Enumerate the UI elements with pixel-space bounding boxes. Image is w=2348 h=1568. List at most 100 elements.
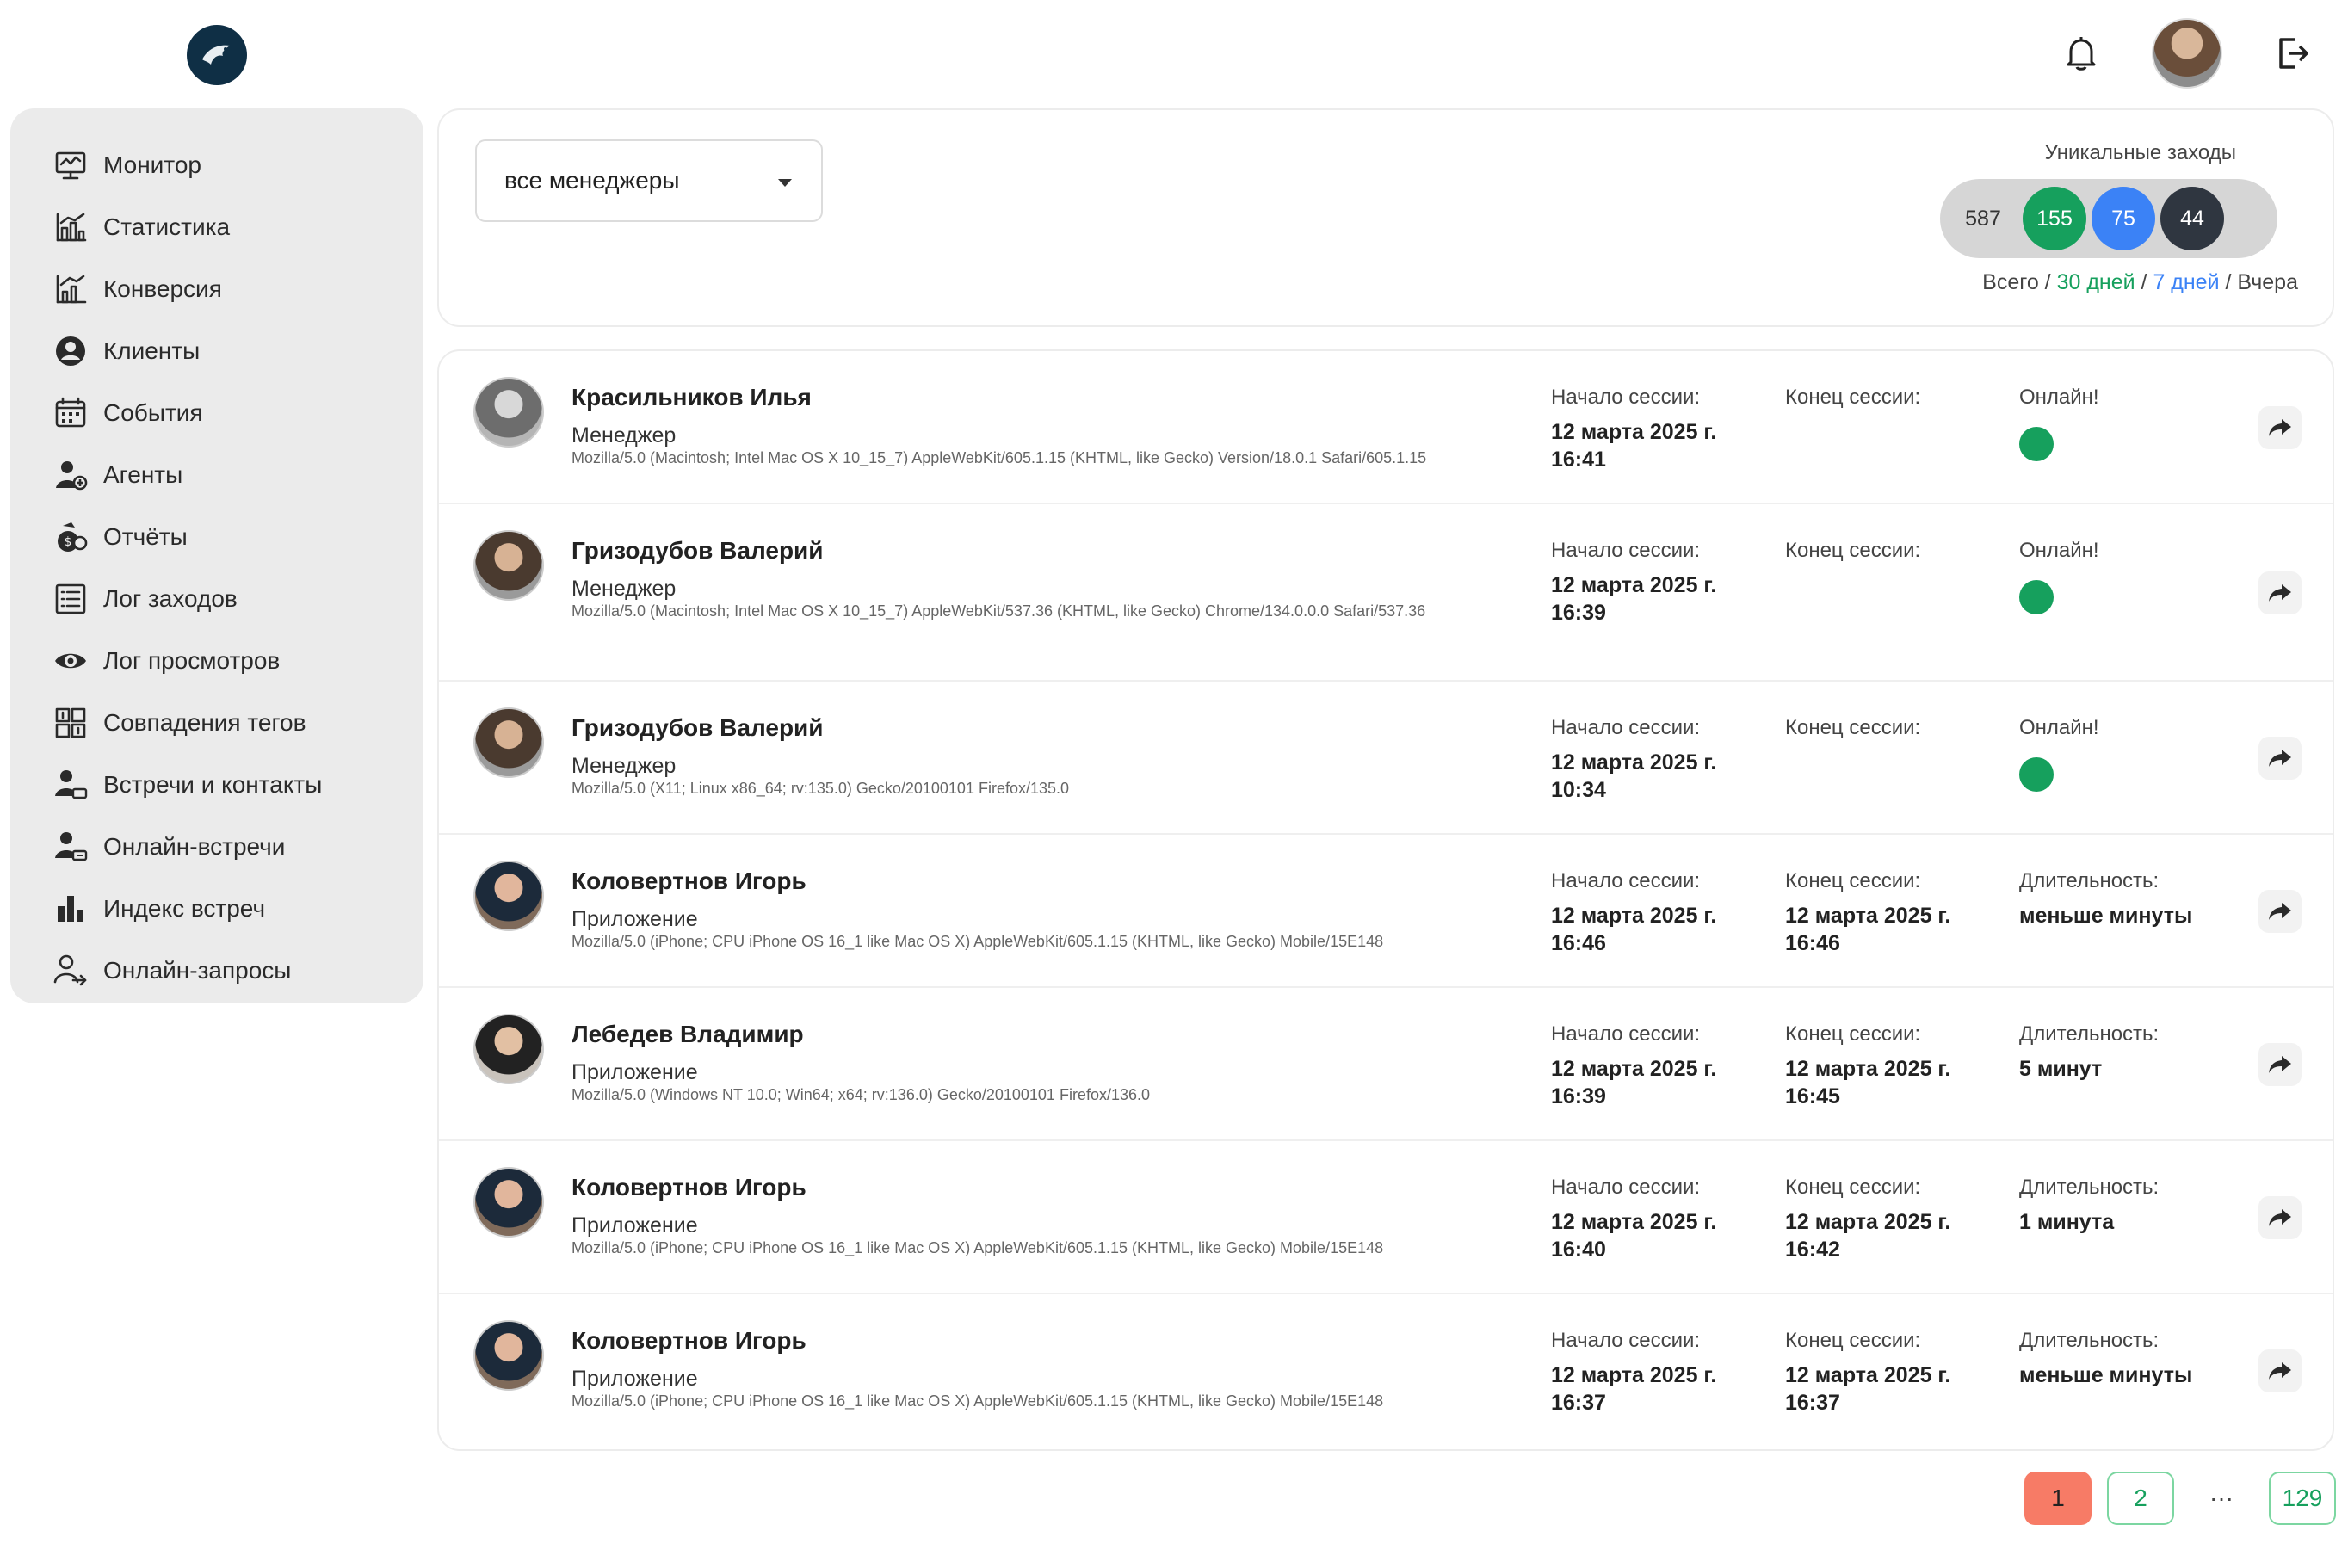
session-duration-value: меньше минуты — [2019, 1363, 2193, 1387]
sidebar-item-report[interactable]: $ Отчёты — [10, 506, 423, 568]
monitor-icon — [52, 146, 90, 184]
session-user-agent: Mozilla/5.0 (iPhone; CPU iPhone OS 16_1 … — [572, 1239, 1384, 1256]
session-end-time: 16:37 — [1785, 1391, 1840, 1415]
share-button[interactable] — [2258, 1196, 2302, 1239]
session-user-name[interactable]: Гризодубов Валерий — [572, 537, 823, 565]
session-online-label: Онлайн! — [2019, 386, 2099, 409]
session-start-time: 16:46 — [1551, 931, 1606, 955]
user-avatar[interactable] — [2152, 18, 2222, 89]
table-row: Лебедев Владимир Приложение Mozilla/5.0 (W… — [439, 988, 2333, 1141]
sidebar-item-user-circle[interactable]: Клиенты — [10, 320, 423, 382]
sidebar-item-list[interactable]: Лог заходов — [10, 568, 423, 630]
session-user-agent: Mozilla/5.0 (iPhone; CPU iPhone OS 16_1 … — [572, 933, 1384, 950]
session-start-date: 12 марта 2025 г. — [1551, 420, 1717, 444]
sidebar-item-agent[interactable]: Агенты — [10, 444, 423, 506]
session-start-time: 10:34 — [1551, 778, 1606, 802]
share-icon — [2269, 750, 2291, 767]
visits-yesterday: 44 — [2160, 187, 2224, 250]
sidebar-item-conversion[interactable]: Конверсия — [10, 258, 423, 320]
table-row: Красильников Илья Менеджер Mozilla/5.0 (Ma… — [439, 351, 2333, 504]
share-button[interactable] — [2258, 737, 2302, 780]
table-row: Коловертнов Игорь Приложение Mozilla/5.0 (… — [439, 1294, 2333, 1449]
session-start-value: 12 марта 2025 г. 16:39 — [1551, 571, 1716, 627]
legend-separator: / — [2219, 270, 2238, 294]
session-start-label: Начало сессии: — [1551, 1329, 1701, 1352]
session-start-label: Начало сессии: — [1551, 539, 1701, 562]
session-start-time: 16:41 — [1551, 448, 1606, 472]
pagination: 1 2 ··· 129 — [2024, 1472, 2336, 1525]
session-end-value: 12 марта 2025 г. 16:45 — [1785, 1055, 1950, 1110]
visits-30-days: 155 — [2023, 187, 2086, 250]
legend-separator: / — [2135, 270, 2153, 294]
session-start-date: 12 марта 2025 г. — [1551, 750, 1717, 775]
session-end-value: 12 марта 2025 г. 16:37 — [1785, 1361, 1950, 1417]
visits-total: 587 — [1965, 206, 2001, 231]
share-button[interactable] — [2258, 571, 2302, 614]
share-icon — [2269, 419, 2291, 436]
legend-30-days: 30 дней — [2056, 270, 2135, 294]
page-button-last[interactable]: 129 — [2269, 1472, 2336, 1525]
share-button[interactable] — [2258, 890, 2302, 933]
online-status-dot — [2019, 757, 2054, 792]
session-end-value: 12 марта 2025 г. 16:42 — [1785, 1208, 1950, 1263]
session-end-date: 12 марта 2025 г. — [1785, 1057, 1951, 1081]
share-button[interactable] — [2258, 406, 2302, 449]
share-button[interactable] — [2258, 1043, 2302, 1086]
session-end-time: 16:45 — [1785, 1084, 1840, 1108]
avatar — [473, 377, 544, 448]
session-start-value: 12 марта 2025 г. 16:40 — [1551, 1208, 1716, 1263]
sidebar-item-monitor[interactable]: Монитор — [10, 134, 423, 196]
session-user-name[interactable]: Коловертнов Игорь — [572, 867, 806, 895]
eye-icon — [52, 642, 90, 680]
session-end-label: Конец сессии: — [1785, 869, 1921, 892]
session-user-name[interactable]: Коловертнов Игорь — [572, 1174, 806, 1201]
session-duration-label: Длительность: — [2019, 869, 2160, 892]
avatar — [473, 707, 544, 778]
app-logo[interactable] — [187, 25, 247, 85]
session-start-label: Начало сессии: — [1551, 869, 1701, 892]
sidebar: Монитор Статистика Конверсия Клиенты События… — [10, 108, 423, 1003]
sidebar-item-label: Монитор — [103, 151, 201, 178]
session-online-label: Онлайн! — [2019, 716, 2099, 739]
sidebar-item-meeting[interactable]: Встречи и контакты — [10, 754, 423, 816]
sidebar-item-label: Онлайн-запросы — [103, 957, 292, 984]
session-user-name[interactable]: Лебедев Владимир — [572, 1021, 804, 1048]
manager-select[interactable]: все менеджеры — [475, 139, 823, 222]
session-start-label: Начало сессии: — [1551, 716, 1701, 739]
bell-icon — [2067, 37, 2096, 71]
sidebar-item-online-request[interactable]: Онлайн-запросы — [10, 940, 423, 1002]
notifications-button[interactable] — [2061, 33, 2102, 74]
visits-7-days: 75 — [2092, 187, 2155, 250]
session-start-time: 16:39 — [1551, 601, 1606, 625]
sidebar-item-label: Конверсия — [103, 275, 222, 302]
sidebar-item-bar-chart[interactable]: Индекс встреч — [10, 878, 423, 940]
sidebar-item-label: Отчёты — [103, 523, 188, 550]
session-user-name[interactable]: Красильников Илья — [572, 384, 812, 411]
session-start-value: 12 марта 2025 г. 10:34 — [1551, 749, 1716, 804]
sidebar-item-label: Лог просмотров — [103, 647, 281, 674]
session-start-value: 12 марта 2025 г. 16:37 — [1551, 1361, 1716, 1417]
page-button-current[interactable]: 1 — [2024, 1472, 2092, 1525]
sidebar-item-eye[interactable]: Лог просмотров — [10, 630, 423, 692]
sidebar-item-calendar[interactable]: События — [10, 382, 423, 444]
logout-button[interactable] — [2272, 33, 2314, 74]
sidebar-item-chart[interactable]: Статистика — [10, 196, 423, 258]
sidebar-item-label: Клиенты — [103, 337, 201, 364]
avatar — [473, 1320, 544, 1391]
page-button-2[interactable]: 2 — [2107, 1472, 2174, 1525]
session-user-name[interactable]: Коловертнов Игорь — [572, 1327, 806, 1355]
session-end-label: Конец сессии: — [1785, 539, 1921, 562]
table-row: Гризодубов Валерий Менеджер Mozilla/5.0 (M… — [439, 504, 2333, 682]
filter-panel: все менеджеры Уникальные заходы 587 155 … — [437, 108, 2334, 327]
share-button[interactable] — [2258, 1349, 2302, 1392]
sidebar-item-online-meeting[interactable]: Онлайн-встречи — [10, 816, 423, 878]
eagle-logo-icon — [202, 45, 230, 65]
report-icon: $ — [52, 518, 90, 556]
online-meeting-icon — [52, 828, 90, 866]
list-icon — [52, 580, 90, 618]
sidebar-item-tags-match[interactable]: Совпадения тегов — [10, 692, 423, 754]
session-user-name[interactable]: Гризодубов Валерий — [572, 714, 823, 742]
session-end-date: 12 марта 2025 г. — [1785, 1363, 1951, 1387]
session-end-value: 12 марта 2025 г. 16:46 — [1785, 902, 1950, 957]
avatar — [473, 1014, 544, 1084]
